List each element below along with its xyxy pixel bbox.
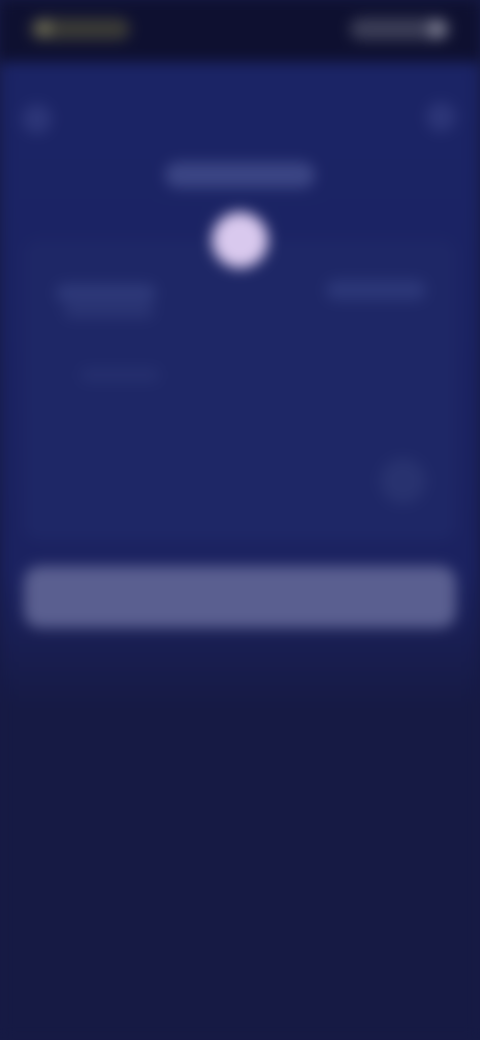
- status-indicator-icon: [36, 20, 52, 36]
- battery-icon: [428, 20, 446, 38]
- card-detail-text: [80, 368, 160, 382]
- card-sublabel-left: [64, 304, 154, 318]
- card-action-icon[interactable]: [380, 458, 426, 504]
- status-bar: [0, 0, 480, 62]
- back-arrow-icon[interactable]: [22, 104, 52, 134]
- page-title: [165, 162, 315, 188]
- card-label-right: [326, 280, 426, 300]
- primary-action-button[interactable]: [24, 566, 456, 628]
- app-screen: [0, 0, 480, 1040]
- more-options-icon[interactable]: [426, 102, 456, 132]
- card-label-left: [56, 284, 156, 302]
- avatar[interactable]: [212, 212, 268, 268]
